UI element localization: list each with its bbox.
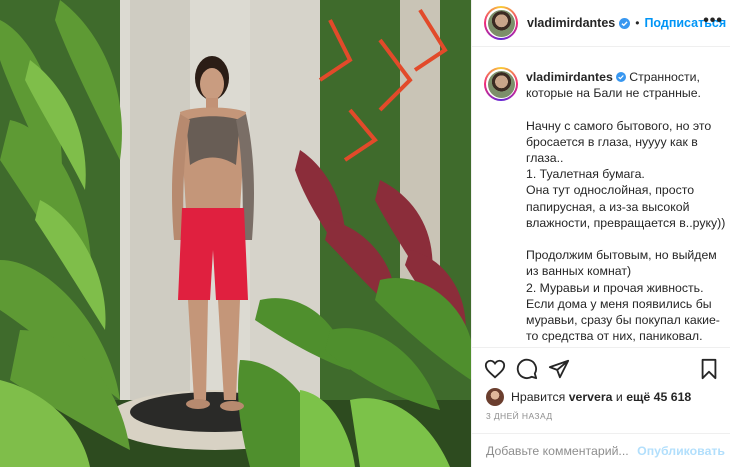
comment-bar: Опубликовать	[472, 433, 730, 467]
post-header: vladimirdantes • Подписаться •••	[472, 0, 730, 47]
action-icons-row	[472, 348, 730, 388]
liker-username[interactable]: ververa	[569, 390, 613, 404]
author-username[interactable]: vladimirdantes	[527, 16, 615, 30]
verified-badge-icon	[619, 17, 631, 29]
caption-body: Странности, которые на Бали не странные.…	[526, 70, 726, 344]
author-avatar[interactable]	[484, 6, 518, 40]
post-side-panel: vladimirdantes • Подписаться ••• vladimi…	[471, 0, 730, 467]
likes-prefix: Нравится	[511, 390, 566, 404]
caption-author-avatar[interactable]	[484, 67, 518, 101]
more-options-icon[interactable]: •••	[703, 13, 723, 29]
liker-avatar[interactable]	[486, 388, 504, 406]
publish-button[interactable]: Опубликовать	[637, 444, 725, 458]
post-date[interactable]: 3 ДНЕЙ НАЗАД	[486, 411, 552, 421]
bookmark-icon[interactable]	[698, 358, 720, 380]
post-photo[interactable]	[0, 0, 471, 467]
heart-icon[interactable]	[484, 358, 506, 380]
likes-count[interactable]: ещё 45 618	[626, 390, 691, 404]
likes-middle: и	[615, 390, 623, 404]
caption-area: vladimirdantes Странности, которые на Ба…	[472, 57, 730, 345]
caption-username[interactable]: vladimirdantes	[526, 70, 613, 84]
paper-plane-icon[interactable]	[548, 358, 570, 380]
post-actions: Нравится ververa и ещё 45 618 3 ДНЕЙ НАЗ…	[472, 347, 730, 421]
comment-input[interactable]	[486, 443, 646, 458]
post-image	[0, 0, 471, 467]
header-separator: •	[635, 16, 640, 30]
verified-badge-icon	[615, 72, 626, 82]
comment-bubble-icon[interactable]	[516, 358, 538, 380]
likes-summary: Нравится ververa и ещё 45 618	[486, 388, 691, 406]
caption-text: vladimirdantes Странности, которые на Ба…	[526, 69, 726, 345]
